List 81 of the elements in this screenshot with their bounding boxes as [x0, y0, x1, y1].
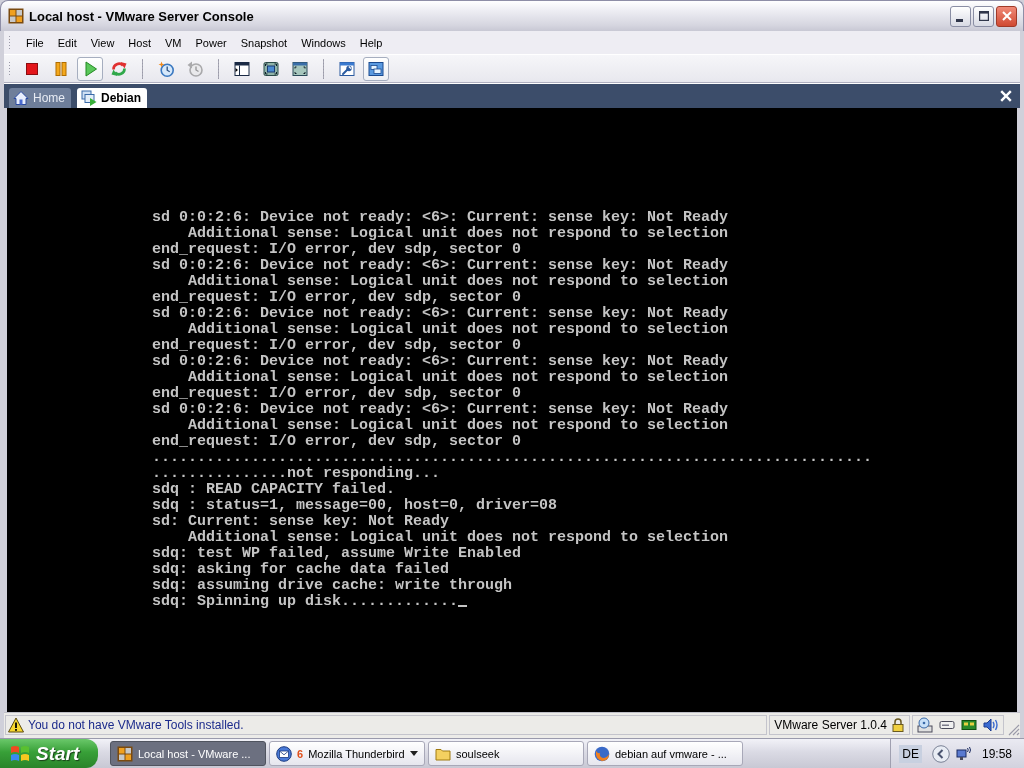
console-line: Additional sense: Logical unit does not respond to selection — [188, 321, 729, 338]
close-icon — [1001, 11, 1012, 21]
menu-item[interactable]: Snapshot — [233, 34, 295, 51]
console-line: sd 0:0:2:6: Device not ready: <6>: Current: sense key: Not Ready — [152, 257, 729, 274]
windows-flag-icon — [10, 743, 30, 764]
taskbar-button[interactable]: Local host - VMware ... — [110, 741, 266, 766]
window-title: Local host - VMware Server Console — [29, 8, 254, 24]
console-line: end_request: I/O error, dev sdp, sector 0 — [152, 337, 522, 354]
app-logo-icon — [8, 8, 24, 24]
menu-item[interactable]: View — [83, 34, 122, 51]
console-view-button[interactable] — [363, 56, 389, 81]
window-wrench-icon — [339, 60, 355, 77]
play-button[interactable] — [77, 56, 103, 81]
version-label: VMware Server 1.0.4 — [774, 717, 887, 732]
menu-item[interactable]: File — [19, 34, 51, 51]
console-line: end_request: I/O error, dev sdp, sector 0 — [152, 289, 522, 306]
padlock-icon — [891, 717, 905, 732]
house-icon — [13, 90, 29, 106]
close-button[interactable] — [996, 5, 1017, 27]
speaker-icon[interactable] — [983, 716, 999, 733]
console-line: sdq : status=1, message=00, host=0, driver=08 — [152, 497, 558, 514]
console-line: Additional sense: Logical unit does not respond to selection — [188, 417, 729, 434]
console-screen[interactable] — [7, 108, 1017, 712]
console-line: end_request: I/O error, dev sdp, sector 0 — [152, 433, 522, 450]
menu-item[interactable]: Host — [121, 34, 158, 51]
start-button[interactable]: Start — [0, 739, 98, 768]
maximize-button[interactable] — [973, 5, 994, 27]
close-icon — [1000, 90, 1012, 102]
maximize-icon — [978, 11, 989, 21]
close-tab-button[interactable] — [1000, 90, 1012, 102]
console-line: sdq: test WP failed, assume Write Enabled — [152, 545, 522, 562]
window-corners-icon — [292, 60, 308, 77]
console-line: Additional sense: Logical unit does not respond to selection — [188, 225, 729, 242]
console-line: sd 0:0:2:6: Device not ready: <6>: Current: sense key: Not Ready — [152, 401, 729, 418]
status-message: You do not have VMware Tools installed. — [28, 717, 244, 732]
pause-icon — [53, 60, 69, 77]
taskbar-button[interactable]: debian auf vmware - ... — [587, 741, 743, 766]
menu-item[interactable]: Power — [188, 34, 234, 51]
virtual-machine-icon — [81, 90, 97, 106]
console-line: end_request: I/O error, dev sdp, sector 0 — [152, 241, 522, 258]
cd-drive-icon[interactable] — [917, 716, 933, 733]
swirl-globe-icon — [594, 745, 610, 762]
console-line: Additional sense: Logical unit does not respond to selection — [188, 369, 729, 386]
menu-item[interactable]: Windows — [294, 34, 353, 51]
console-line: Additional sense: Logical unit does not respond to selection — [188, 273, 729, 290]
full-screen-icon — [263, 60, 279, 77]
console-line: ...............not responding... — [152, 465, 441, 482]
console-line: sdq: asking for cache data failed — [152, 561, 450, 578]
console-line: ................................................................................ — [152, 449, 873, 466]
language-indicator[interactable]: DE — [899, 744, 922, 763]
console-line: sdq : READ CAPACITY failed. — [152, 481, 396, 498]
console-line: Additional sense: Logical unit does not respond to selection — [188, 529, 729, 546]
taskbar-button[interactable]: 6 Mozilla Thunderbird — [269, 741, 425, 766]
console-line: sd 0:0:2:6: Device not ready: <6>: Current: sense key: Not Ready — [152, 209, 729, 226]
chevron-icon[interactable] — [931, 744, 950, 763]
play-icon — [82, 60, 98, 77]
taskbar-button[interactable]: soulseek — [428, 741, 584, 766]
console-line: sdq: Spinning up disk............. — [152, 593, 459, 610]
tab[interactable]: Debian — [77, 88, 148, 108]
minimize-button[interactable] — [950, 5, 971, 27]
grid-logo-icon — [117, 745, 133, 762]
console-line: end_request: I/O error, dev sdp, sector 0 — [152, 385, 522, 402]
clock-time: 19:58 — [981, 746, 1012, 761]
caret-icon — [410, 751, 418, 756]
clock-sparkle-icon — [158, 60, 174, 77]
stacked-windows-icon — [368, 60, 384, 77]
mail-icon — [276, 745, 292, 762]
menu-item[interactable]: Help — [352, 34, 390, 51]
resize-grip-icon[interactable] — [1006, 722, 1020, 736]
circular-arrows-icon — [111, 60, 127, 77]
stop-icon — [24, 60, 40, 77]
console-line: sd 0:0:2:6: Device not ready: <6>: Current: sense key: Not Ready — [152, 305, 729, 322]
console-line: sdq: assuming drive cache: write through — [152, 577, 513, 594]
window-sidebar-icon — [234, 60, 250, 77]
network-computer-icon[interactable] — [955, 745, 972, 762]
menu-item[interactable]: VM — [158, 34, 189, 51]
minimize-icon — [955, 18, 963, 22]
warning-icon — [8, 716, 24, 733]
console-line: sd 0:0:2:6: Device not ready: <6>: Current: sense key: Not Ready — [152, 353, 729, 370]
console-line: sd: Current: sense key: Not Ready — [152, 513, 450, 530]
menu-item[interactable]: Edit — [50, 34, 84, 51]
